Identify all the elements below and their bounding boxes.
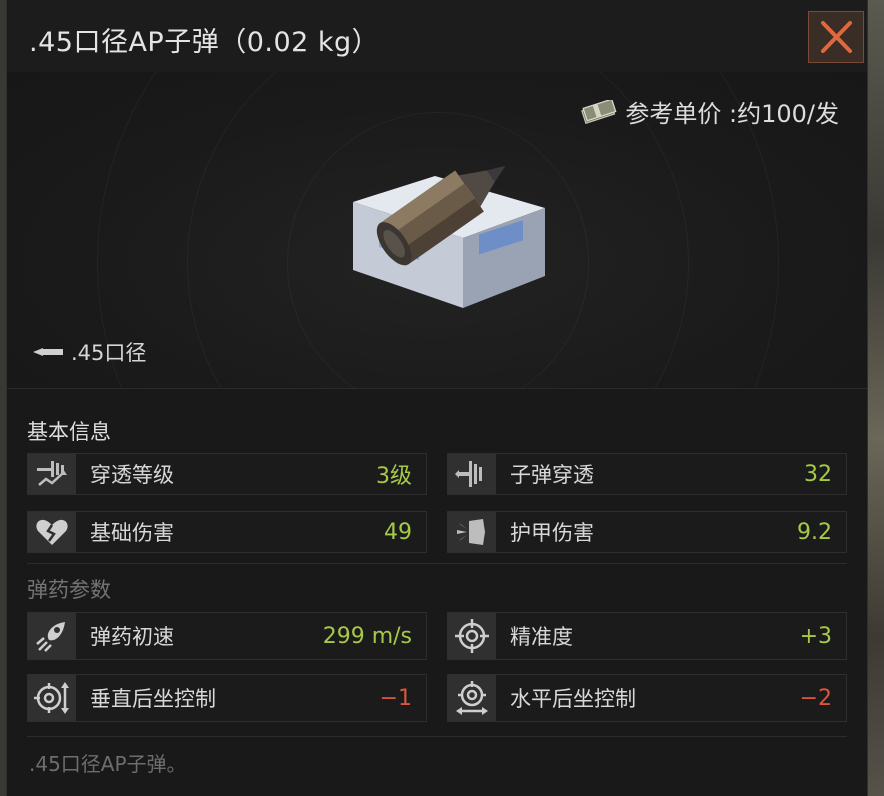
stat-value: 9.2: [797, 519, 832, 545]
muzzle-velocity-icon: [28, 613, 76, 659]
reference-price: 参考单价 :约100/发: [579, 94, 839, 129]
stat-vertical-recoil: 垂直后坐控制 −1: [27, 674, 427, 722]
basic-info-heading: 基本信息: [27, 420, 111, 444]
ammo-box-image: [353, 165, 545, 308]
stat-value: 3级: [376, 464, 412, 489]
stat-label: 水平后坐控制: [510, 687, 636, 711]
item-description: .45口径AP子弹。: [29, 752, 187, 776]
item-title: .45口径AP子弹（0.02 kg）: [29, 27, 380, 58]
title-bar: .45口径AP子弹（0.02 kg）: [7, 0, 867, 73]
stat-label: 子弹穿透: [510, 463, 594, 487]
bullet-icon: [33, 348, 63, 356]
stat-value: 49: [384, 519, 412, 545]
stat-value: −1: [379, 685, 412, 711]
crosshair-icon: [448, 613, 496, 659]
ammo-params-heading: 弹药参数: [27, 578, 111, 602]
item-detail-panel: .45口径AP子弹（0.02 kg） 参考单价 :约100/发 .45口径 基本…: [6, 0, 868, 796]
section-divider: [27, 563, 847, 564]
stat-label: 垂直后坐控制: [90, 687, 216, 711]
close-icon: [821, 21, 852, 53]
stat-armor-damage: 护甲伤害 9.2: [447, 511, 847, 553]
stat-value: 32: [804, 461, 832, 487]
stat-value: +3: [799, 623, 832, 649]
stat-accuracy: 精准度 +3: [447, 612, 847, 660]
stat-label: 基础伤害: [90, 521, 174, 545]
stat-label: 弹药初速: [90, 625, 174, 649]
stat-label: 护甲伤害: [510, 521, 594, 545]
close-button[interactable]: [808, 11, 864, 63]
stat-penetration-level: 穿透等级 3级: [27, 453, 427, 495]
stat-horizontal-recoil: 水平后坐控制 −2: [447, 674, 847, 722]
item-preview: 参考单价 :约100/发 .45口径: [7, 72, 867, 389]
armor-damage-icon: [448, 512, 496, 552]
caliber-tag: .45口径: [33, 337, 146, 367]
bullet-penetration-icon: [448, 454, 496, 494]
stat-value: 299 m/s: [322, 623, 412, 649]
stat-label: 精准度: [510, 625, 573, 649]
stat-value: −2: [799, 685, 832, 711]
stat-muzzle-velocity: 弹药初速 299 m/s: [27, 612, 427, 660]
section-divider: [27, 736, 847, 737]
price-text: 参考单价 :约100/发: [625, 100, 839, 128]
stat-base-damage: 基础伤害 49: [27, 511, 427, 553]
penetration-level-icon: [28, 454, 76, 494]
horizontal-recoil-icon: [448, 675, 496, 721]
money-icon: [581, 99, 617, 124]
stat-bullet-penetration: 子弹穿透 32: [447, 453, 847, 495]
stat-label: 穿透等级: [90, 463, 174, 487]
vertical-recoil-icon: [28, 675, 76, 721]
background-right: [866, 0, 884, 796]
broken-heart-icon: [28, 512, 76, 552]
caliber-label: .45口径: [71, 341, 147, 365]
